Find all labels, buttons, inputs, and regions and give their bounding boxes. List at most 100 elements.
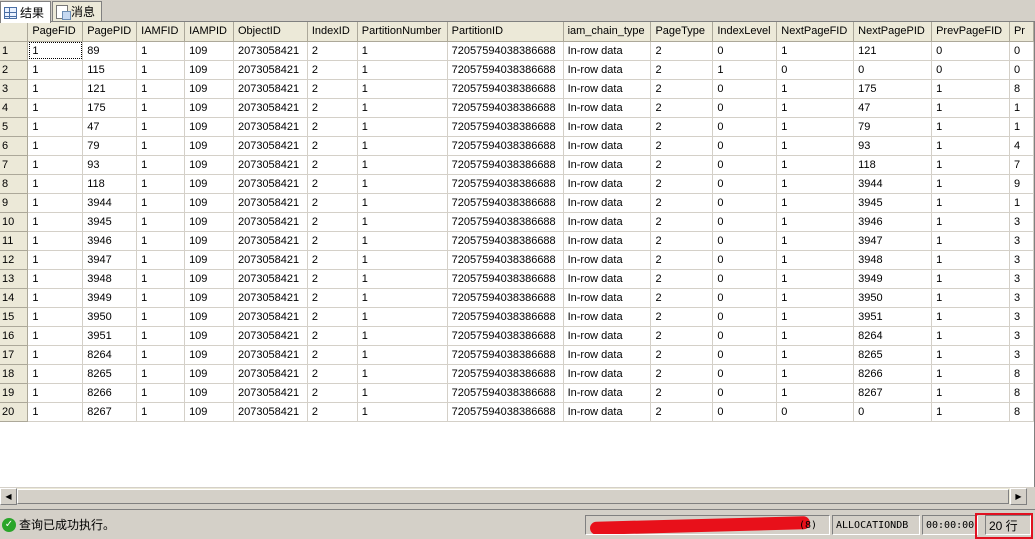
grid-cell[interactable]: 109 [184, 136, 234, 156]
grid-cell[interactable]: 1 [136, 212, 186, 232]
grid-cell[interactable]: 2073058421 [233, 364, 308, 384]
column-header[interactable]: PageFID [27, 22, 84, 42]
grid-cell[interactable]: 1 [776, 41, 855, 61]
row-number[interactable]: 7 [0, 155, 29, 175]
grid-cell[interactable]: 1 [136, 60, 186, 80]
grid-cell[interactable]: 2073058421 [233, 402, 308, 422]
grid-cell[interactable]: 1 [776, 117, 855, 137]
grid-cell[interactable]: 0 [712, 41, 778, 61]
grid-cell[interactable]: 1 [27, 307, 84, 327]
grid-cell[interactable]: 1 [776, 269, 855, 289]
grid-cell[interactable]: 72057594038386688 [447, 212, 564, 232]
grid-cell[interactable]: 8267 [853, 383, 933, 403]
row-number[interactable]: 11 [0, 231, 29, 251]
grid-cell[interactable]: 1 [27, 193, 84, 213]
grid-cell[interactable]: In-row data [563, 364, 652, 384]
grid-cell[interactable]: 72057594038386688 [447, 345, 564, 365]
grid-cell[interactable]: 109 [184, 193, 234, 213]
column-header[interactable]: Pr [1009, 22, 1034, 42]
grid-cell[interactable]: 3 [1009, 269, 1034, 289]
grid-cell[interactable]: 1 [931, 383, 1010, 403]
grid-cell[interactable]: 1 [357, 269, 448, 289]
grid-cell[interactable]: 1 [27, 212, 84, 232]
grid-cell[interactable]: In-row data [563, 79, 652, 99]
grid-cell[interactable]: 2 [307, 174, 358, 194]
grid-cell[interactable]: 2 [307, 269, 358, 289]
grid-cell[interactable]: 1 [357, 231, 448, 251]
grid-cell[interactable]: 0 [712, 174, 778, 194]
grid-cell[interactable]: 72057594038386688 [447, 79, 564, 99]
grid-cell[interactable]: 1 [136, 402, 186, 422]
grid-cell[interactable]: 8266 [853, 364, 933, 384]
grid-cell[interactable]: 109 [184, 345, 234, 365]
grid-cell[interactable]: 1 [357, 117, 448, 137]
grid-cell[interactable]: 2 [650, 193, 714, 213]
row-number[interactable]: 8 [0, 174, 29, 194]
grid-cell[interactable]: 2 [307, 326, 358, 346]
grid-cell[interactable]: 2 [307, 79, 358, 99]
grid-cell[interactable]: 0 [1009, 41, 1034, 61]
grid-cell[interactable]: 3 [1009, 212, 1034, 232]
grid-cell[interactable]: 3 [1009, 326, 1034, 346]
row-number[interactable]: 10 [0, 212, 29, 232]
row-number[interactable]: 5 [0, 117, 29, 137]
grid-cell[interactable]: 1 [27, 174, 84, 194]
grid-cell[interactable]: 3948 [82, 269, 138, 289]
grid-cell[interactable]: In-row data [563, 383, 652, 403]
grid-cell[interactable]: 3949 [853, 269, 933, 289]
grid-cell[interactable]: 0 [712, 402, 778, 422]
grid-cell[interactable]: 0 [712, 345, 778, 365]
row-number[interactable]: 3 [0, 79, 29, 99]
grid-cell[interactable]: 1 [931, 326, 1010, 346]
grid-cell[interactable]: 121 [853, 41, 933, 61]
grid-cell[interactable]: 79 [82, 136, 138, 156]
grid-cell[interactable]: 2073058421 [233, 41, 308, 61]
grid-cell[interactable]: 89 [82, 41, 138, 61]
grid-cell[interactable]: 0 [712, 212, 778, 232]
grid-cell[interactable]: 1 [136, 41, 186, 61]
grid-cell[interactable]: 1 [776, 364, 855, 384]
grid-cell[interactable]: 1 [776, 288, 855, 308]
grid-cell[interactable]: 2073058421 [233, 345, 308, 365]
grid-cell[interactable]: 1 [931, 212, 1010, 232]
grid-cell[interactable]: 1 [931, 117, 1010, 137]
grid-cell[interactable]: 109 [184, 402, 234, 422]
grid-cell[interactable]: 3 [1009, 250, 1034, 270]
grid-cell[interactable]: 2 [650, 174, 714, 194]
grid-cell[interactable]: 1 [136, 193, 186, 213]
grid-cell[interactable]: 72057594038386688 [447, 174, 564, 194]
grid-cell[interactable]: 3945 [853, 193, 933, 213]
grid-cell[interactable]: In-row data [563, 288, 652, 308]
grid-cell[interactable]: 2073058421 [233, 98, 308, 118]
table-row[interactable]: 12 1 3947 1 109 2073058421 2 1 72057594038386688… [0, 250, 1034, 270]
grid-cell[interactable]: 1 [357, 136, 448, 156]
grid-cell[interactable]: 2073058421 [233, 231, 308, 251]
column-header[interactable]: IndexID [307, 22, 358, 42]
table-row[interactable]: 13 1 3948 1 109 2073058421 2 1 72057594038386688… [0, 269, 1034, 289]
grid-cell[interactable]: 8 [1009, 383, 1034, 403]
grid-cell[interactable]: 72057594038386688 [447, 402, 564, 422]
row-number[interactable]: 18 [0, 364, 29, 384]
column-header[interactable]: PartitionID [447, 22, 564, 42]
grid-cell[interactable]: 72057594038386688 [447, 60, 564, 80]
grid-cell[interactable]: 0 [712, 288, 778, 308]
tab-results[interactable]: 结果 [0, 1, 52, 23]
grid-cell[interactable]: 1 [712, 60, 778, 80]
grid-cell[interactable]: 2 [307, 402, 358, 422]
table-row[interactable]: 5 1 47 1 109 2073058421 2 1 72057594038386688 In-… [0, 117, 1034, 137]
grid-cell[interactable]: 2073058421 [233, 288, 308, 308]
grid-cell[interactable]: 2 [650, 41, 714, 61]
grid-cell[interactable]: 1 [136, 79, 186, 99]
table-row[interactable]: 19 1 8266 1 109 2073058421 2 1 72057594038386688… [0, 383, 1034, 403]
grid-cell[interactable]: 3949 [82, 288, 138, 308]
grid-cell[interactable]: 3947 [82, 250, 138, 270]
grid-cell[interactable]: 1 [776, 250, 855, 270]
grid-cell[interactable]: 3951 [853, 307, 933, 327]
table-row[interactable]: 18 1 8265 1 109 2073058421 2 1 72057594038386688… [0, 364, 1034, 384]
table-row[interactable]: 1 1 89 1 109 2073058421 2 1 72057594038386688 In-… [0, 41, 1034, 61]
grid-cell[interactable]: In-row data [563, 402, 652, 422]
grid-cell[interactable]: 1 [27, 345, 84, 365]
scroll-right-button[interactable]: ▶ [1010, 488, 1027, 505]
grid-cell[interactable]: 72057594038386688 [447, 231, 564, 251]
grid-cell[interactable]: 115 [82, 60, 138, 80]
